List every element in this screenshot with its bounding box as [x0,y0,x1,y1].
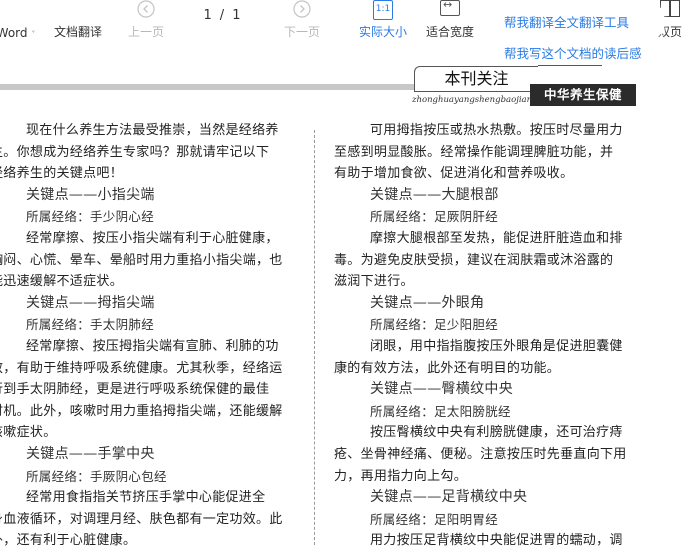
paragraph-line: 力，再用指力向上勾。 [334,468,468,484]
paragraph-line: 身血液循环，对调理月经、肤色都有一定功效。此 [0,511,283,527]
page-total: 1 [232,7,241,23]
right-column: 可用拇指按压或热水热敷。按压时尽量用力至感到明显酸胀。经常操作能调理脾脏功能，并… [334,120,636,547]
fit-width-label: 适合宽度 [425,25,474,39]
paragraph-line: 胸闷、心慌、晕车、晕船时用力重掐小指尖端，也 [0,252,283,268]
journal-pinyin: zhonghuayangshengbaojian [412,95,533,105]
section-heading: 关键点——足背横纹中央 [370,489,528,506]
paragraph-line: 咳嗽症状。 [0,425,57,441]
chevron-down-icon: ˅ [31,30,36,39]
meridian-label: 所属经络：足阳明胃经 [370,511,499,527]
fit-width-button[interactable]: 适合宽度 [420,0,480,40]
paragraph-line: 疮、坐骨神经痛、便秘。注意按压时先垂直向下用 [334,446,627,462]
prev-page-button[interactable]: 上一页 [118,0,174,40]
paragraph-line: 经络养生的关键点吧！ [0,166,124,182]
paragraph-line: 有助于增加食欲、促进消化和营养吸收。 [334,166,574,182]
section-heading: 关键点——拇指尖端 [26,294,155,311]
paragraph-line: 外，还有利于心脏健康。 [0,533,137,547]
paragraph-line: 用力按压足背横纹中央能促进胃的蠕动，调 [370,533,623,547]
ai-tip-translate[interactable]: 帮我翻译全文翻译工具 [496,8,664,34]
page-current: 1 [203,7,212,23]
paragraph-line: 按压臀横纹中央有利膀胱健康，还可治疗痔 [370,425,623,441]
paragraph-line: 康的有效方法，此外还有明目的功能。 [334,360,561,376]
paragraph-line: 滋润下进行。 [334,274,414,290]
paragraph-line: 效，有助于维持呼吸系统健康。尤其秋季，经络运 [0,360,283,376]
actual-size-button[interactable]: 1:1 实际大小 [354,0,412,40]
meridian-label: 所属经络：手厥阴心包经 [26,468,167,484]
meridian-label: 所属经络：足厥阴肝经 [370,209,499,225]
word-label: Word ˅ [0,26,36,40]
paragraph-line: 行到手太阴肺经，更是进行呼吸系统保健的最佳 [0,382,270,398]
meridian-label: 所属经络：手少阴心经 [26,209,155,225]
paragraph-line: 闭眼，用中指指腹按压外眼角是促进胆囊健 [370,338,623,354]
header-rule-right [538,65,602,66]
word-export-button[interactable]: Word ˅ [0,0,38,40]
paragraph-line: 生。你想成为经络养生专家吗？那就请牢记以下 [0,144,270,160]
translate-button[interactable]: 文档翻译 [50,0,106,40]
prev-page-label: 上一页 [127,25,164,39]
section-heading: 关键点——小指尖端 [26,186,155,203]
meridian-label: 所属经络：足少阳胆经 [370,317,499,333]
chevron-right-icon [293,0,311,20]
next-page-label: 下一页 [283,25,320,39]
paragraph-line: 经常摩擦、按压拇指尖端有宣肺、利肺的功 [26,338,279,354]
paragraph-line: 现在什么养生方法最受推崇，当然是经络养 [26,123,279,138]
actual-size-label: 实际大小 [358,25,407,39]
section-heading: 关键点——外眼角 [370,294,485,311]
page-separator: / [219,7,225,23]
column-badge: 本刊关注 [414,66,538,92]
journal-name: 中华养生保健 [530,84,636,106]
document-page: 本刊关注 zhonghuayangshengbaojian 中华养生保健 现在什… [0,60,692,547]
translate-label: 文档翻译 [53,25,102,39]
left-column: 现在什么养生方法最受推崇，当然是经络养生。你想成为经络养生专家吗？那就请牢记以下… [0,120,300,547]
meridian-label: 所属经络：足太阳膀胱经 [370,403,511,419]
paragraph-line: 经常摩擦、按压小指尖端有利于心脏健康， [26,230,279,246]
page-indicator[interactable]: 1 / 1 [190,4,254,26]
header-rule [0,84,420,90]
paragraph-line: 时机。此外，咳嗽时用力重掐拇指尖端，还能缓解 [0,403,283,419]
actual-size-icon: 1:1 [373,0,393,20]
paragraph-line: 可用拇指按压或热水热敷。按压时尽量用力 [370,123,623,138]
column-divider [314,130,315,547]
paragraph-line: 毒。为避免皮肤受损，建议在润肤霜或沐浴露的 [334,252,614,268]
paragraph-line: 至感到明显酸胀。经常操作能调理脾脏功能，并 [334,144,614,160]
next-page-button[interactable]: 下一页 [274,0,330,40]
paragraph-line: 经常用食指指关节挤压手掌中心能促进全 [26,490,266,506]
section-heading: 关键点——臀横纹中央 [370,381,513,398]
meridian-label: 所属经络：手太阴肺经 [26,317,155,333]
chevron-left-icon [137,0,155,20]
paragraph-line: 摩擦大腿根部至发热，能促进肝脏造血和排 [370,230,623,246]
fit-width-icon [440,0,460,16]
section-heading: 关键点——大腿根部 [370,186,499,203]
section-heading: 关键点——手掌中央 [26,445,155,462]
paragraph-line: 能迅速缓解不适症状。 [0,274,124,290]
